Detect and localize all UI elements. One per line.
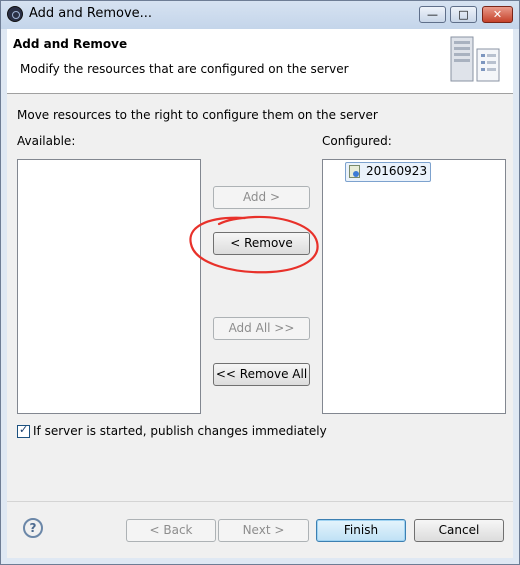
configured-item[interactable]: 20160923 xyxy=(345,162,432,182)
publish-checkbox-label: If server is started, publish changes im… xyxy=(33,424,327,438)
header-description: Modify the resources that are configured… xyxy=(20,62,349,76)
finish-button[interactable]: Finish xyxy=(316,519,406,542)
window-title: Add and Remove... xyxy=(29,6,153,21)
instruction-text: Move resources to the right to configure… xyxy=(17,108,378,122)
eclipse-icon xyxy=(7,6,23,22)
configured-item-label: 20160923 xyxy=(366,164,428,178)
maximize-button[interactable]: □ xyxy=(450,6,477,23)
configured-label: Configured: xyxy=(322,134,392,148)
available-list[interactable] xyxy=(17,159,201,414)
publish-checkbox[interactable] xyxy=(17,423,30,438)
server-icon xyxy=(450,36,500,82)
next-button[interactable]: Next > xyxy=(218,519,309,542)
header-title: Add and Remove xyxy=(13,37,128,51)
cancel-button[interactable]: Cancel xyxy=(414,519,504,542)
close-button[interactable]: ✕ xyxy=(482,6,513,23)
help-icon[interactable]: ? xyxy=(23,518,43,538)
add-remove-dialog: Add and Remove... — □ ✕ Add and Remove M… xyxy=(0,0,520,565)
web-module-icon xyxy=(349,165,360,178)
minimize-button[interactable]: — xyxy=(419,6,446,23)
remove-all-button[interactable]: << Remove All xyxy=(213,363,310,386)
configured-list[interactable]: 20160923 xyxy=(322,159,506,414)
available-label: Available: xyxy=(17,134,76,148)
remove-button[interactable]: < Remove xyxy=(213,232,310,255)
close-icon: ✕ xyxy=(492,8,503,21)
back-button[interactable]: < Back xyxy=(126,519,216,542)
minimize-icon: — xyxy=(427,8,438,21)
add-all-button[interactable]: Add All >> xyxy=(213,317,310,340)
maximize-icon: □ xyxy=(458,8,469,21)
dialog-body: Add and Remove Modify the resources that… xyxy=(7,29,513,558)
add-button[interactable]: Add > xyxy=(213,186,310,209)
footer-divider xyxy=(7,501,513,502)
dialog-header: Add and Remove Modify the resources that… xyxy=(7,29,513,94)
title-bar[interactable]: Add and Remove... — □ ✕ xyxy=(1,1,519,29)
